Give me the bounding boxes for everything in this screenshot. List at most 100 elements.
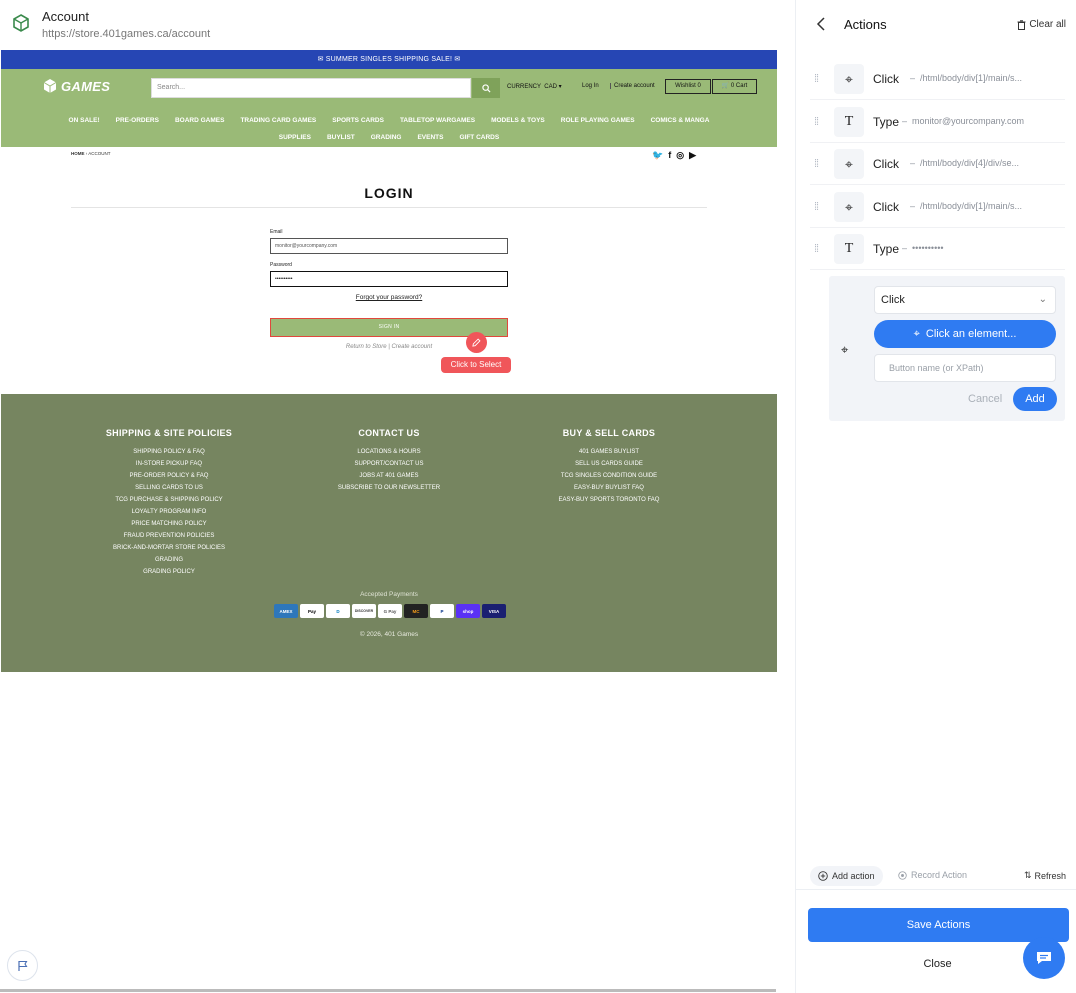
footer-link[interactable]: SUBSCRIBE TO OUR NEWSLETTER [319,482,459,494]
instagram-icon[interactable]: ◎ [676,150,684,161]
nav-item[interactable]: GIFT CARDS [451,134,507,141]
nav-item[interactable]: GRADING [363,134,410,141]
cart-label: 0 Cart [730,83,748,89]
drag-handle-icon[interactable]: ⁞⁞ [814,116,819,128]
footer-link[interactable]: LOYALTY PROGRAM INFO [99,506,239,518]
add-button[interactable]: Add [1013,387,1057,411]
footer-link[interactable]: TCG PURCHASE & SHIPPING POLICY [99,494,239,506]
facebook-icon[interactable]: f [668,150,671,161]
amex-icon: AMEX [274,604,298,618]
footer-link[interactable]: IN-STORE PICKUP FAQ [99,458,239,470]
drag-handle-icon[interactable]: ⁞⁞ [814,158,819,170]
main-nav: ON SALE! PRE-ORDERS BOARD GAMES TRADING … [1,108,777,147]
footer-link[interactable]: TCG SINGLES CONDITION GUIDE [539,470,679,482]
footer-link[interactable]: EASY-BUY BUYLIST FAQ [539,482,679,494]
email-field[interactable]: monitor@yourcompany.com [270,238,508,254]
nav-item[interactable]: BOARD GAMES [167,117,232,124]
action-row[interactable]: ⁞⁞ ⌖ Click – /html/body/div[4]/div/se... [810,143,1065,185]
refresh-label: Refresh [1034,870,1066,881]
return-links[interactable]: Return to Store | Create account [1,344,777,350]
copyright: © 2026, 401 Games [359,631,419,638]
clear-all-button[interactable]: Clear all [1017,19,1066,30]
announcement-bar[interactable]: ✉ SUMMER SINGLES SHIPPING SALE! ✉ [1,50,777,69]
save-actions-button[interactable]: Save Actions [808,908,1069,942]
footer-link[interactable]: GRADING POLICY [99,566,239,578]
action-type-select[interactable]: Click ⌄ [874,286,1056,314]
nav-item[interactable]: COMICS & MANGA [643,117,718,124]
click-an-element-button[interactable]: ⌖ Click an element... [874,320,1056,348]
nav-item[interactable]: SPORTS CARDS [324,117,392,124]
twitter-icon[interactable]: 🐦 [652,150,663,161]
cursor-click-icon: ⌖ [913,328,920,340]
footer-link[interactable]: SUPPORT/CONTACT US [319,458,459,470]
chat-button[interactable] [1023,937,1065,979]
search-input[interactable]: Search... [151,78,471,98]
footer-link[interactable]: PRICE MATCHING POLICY [99,518,239,530]
cart-button[interactable]: 🛒 0 Cart [712,79,757,94]
action-detail: – monitor@yourcompany.com [902,116,1025,126]
cart-icon: 🛒 [721,83,730,89]
visa-icon: VISA [482,604,506,618]
footer-link[interactable]: SELL US CARDS GUIDE [539,458,679,470]
youtube-icon[interactable]: ▶ [689,150,696,161]
wishlist-button[interactable]: Wishlist 0 [665,79,711,94]
create-account-link[interactable]: Create account [610,83,655,89]
site-footer: SHIPPING & SITE POLICIES SHIPPING POLICY… [1,394,777,672]
action-row[interactable]: ⁞⁞ T Type – monitor@yourcompany.com [810,101,1065,143]
footer-col-shipping: SHIPPING & SITE POLICIES SHIPPING POLICY… [99,428,239,578]
record-action-button[interactable]: Record Action [898,870,967,880]
currency-selector[interactable]: CURRENCY CAD ▾ [507,83,562,90]
footer-link[interactable]: PRE-ORDER POLICY & FAQ [99,470,239,482]
forgot-password-link[interactable]: Forgot your password? [1,294,777,301]
footer-link[interactable]: BRICK-AND-MORTAR STORE POLICIES [99,542,239,554]
page-title: Account [42,9,89,24]
nav-item[interactable]: TABLETOP WARGAMES [392,117,483,124]
footer-link[interactable]: SHIPPING POLICY & FAQ [99,446,239,458]
nav-item[interactable]: MODELS & TOYS [483,117,553,124]
drag-handle-icon[interactable]: ⁞⁞ [814,243,819,255]
footer-heading: BUY & SELL CARDS [562,428,656,438]
nav-item[interactable]: TRADING CARD GAMES [232,117,324,124]
action-row[interactable]: ⁞⁞ ⌖ Click – /html/body/div[1]/main/s... [810,186,1065,228]
password-field[interactable]: •••••••••• [270,271,508,287]
cancel-button[interactable]: Cancel [968,393,1002,405]
footer-col-cards: BUY & SELL CARDS 401 GAMES BUYLIST SELL … [539,428,679,506]
nav-item[interactable]: BUYLIST [319,134,363,141]
select-pin-button[interactable] [466,332,487,353]
breadcrumb: HOME › ACCOUNT [71,151,111,156]
email-label: Email [270,229,283,235]
scrollbar[interactable] [0,989,776,992]
action-row[interactable]: ⁞⁞ T Type – •••••••••• [810,228,1065,270]
nav-item[interactable]: EVENTS [409,134,451,141]
top-header: Account https://store.401games.ca/accoun… [0,0,795,48]
action-row[interactable]: ⁞⁞ ⌖ Click – /html/body/div[1]/main/s... [810,58,1065,100]
brand-logo[interactable]: GAMES [42,78,110,94]
footer-link[interactable]: FRAUD PREVENTION POLICIES [99,530,239,542]
add-action-button[interactable]: Add action [810,866,883,886]
nav-item[interactable]: SUPPLIES [271,134,319,141]
nav-item[interactable]: ON SALE! [61,117,108,124]
footer-link[interactable]: JOBS AT 401 GAMES [319,470,459,482]
report-button[interactable] [7,950,38,981]
nav-item[interactable]: ROLE PLAYING GAMES [553,117,643,124]
action-type: Click [873,72,899,86]
refresh-button[interactable]: ⇅ Refresh [1024,870,1066,881]
discover-icon: DISCOVER [352,604,376,618]
footer-link[interactable]: LOCATIONS & HOURS [319,446,459,458]
nav-item[interactable]: PRE-ORDERS [108,117,167,124]
search-button[interactable] [472,78,500,98]
footer-link[interactable]: SELLING CARDS TO US [99,482,239,494]
footer-link[interactable]: 401 GAMES BUYLIST [539,446,679,458]
breadcrumb-home[interactable]: HOME [71,151,85,156]
login-link[interactable]: Log In [582,83,599,89]
site-preview: ✉ SUMMER SINGLES SHIPPING SALE! ✉ GAMES … [1,50,777,672]
action-type: Type [873,115,900,129]
footer-link[interactable]: EASY-BUY SPORTS TORONTO FAQ [539,494,679,506]
footer-link[interactable]: GRADING [99,554,239,566]
button-name-input[interactable]: Button name (or XPath) [874,354,1056,382]
drag-handle-icon[interactable]: ⁞⁞ [814,73,819,85]
action-detail-text: •••••••••• [912,243,944,253]
back-arrow-icon[interactable] [816,17,826,31]
drag-handle-icon[interactable]: ⁞⁞ [814,201,819,213]
breadcrumb-current: ACCOUNT [88,151,111,156]
